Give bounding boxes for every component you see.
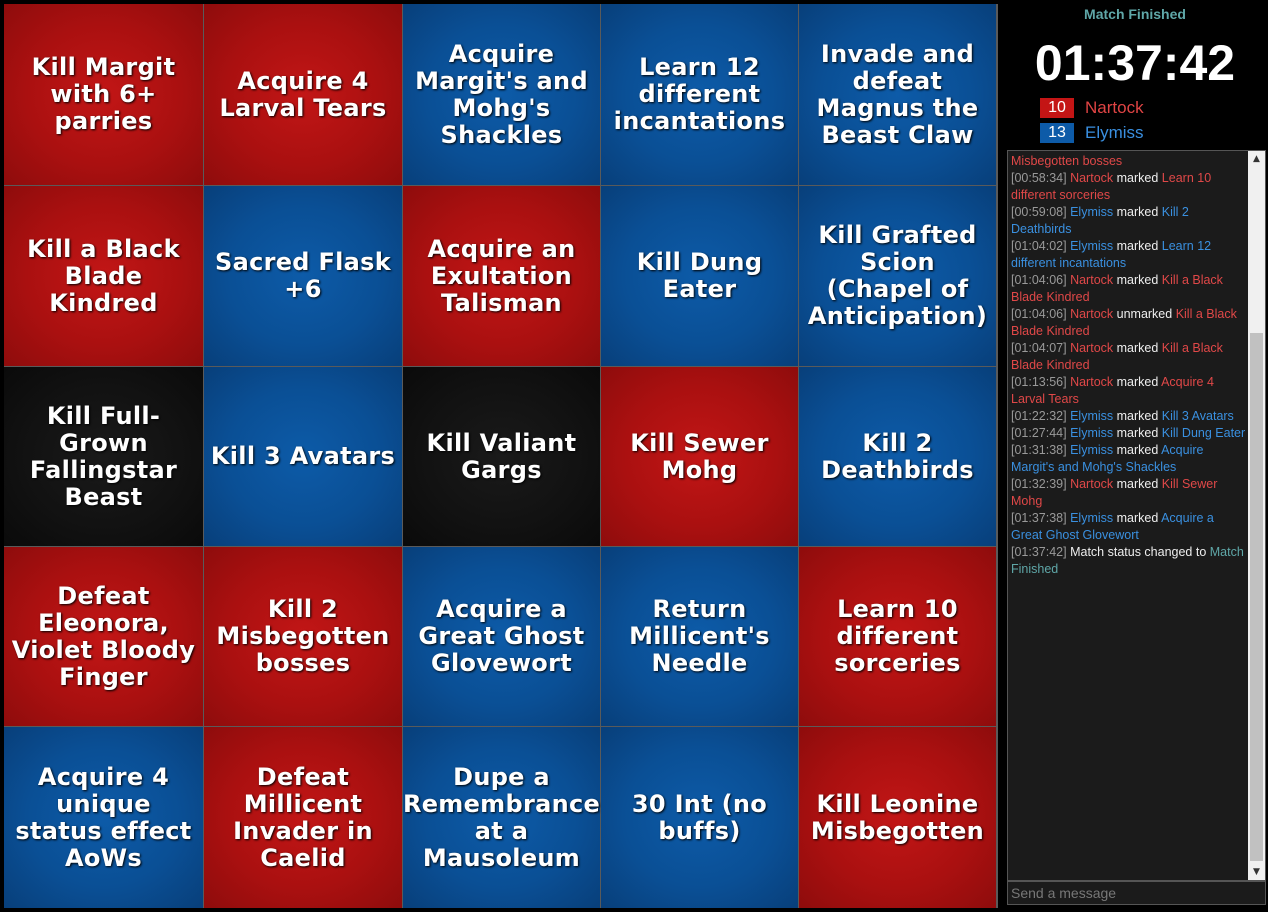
chat-entry: [01:22:32] Elymiss marked Kill 3 Avatars: [1011, 408, 1247, 425]
chat-entry-part: marked: [1113, 477, 1162, 491]
chat-scrollbar[interactable]: ▲ ▼: [1248, 151, 1265, 880]
chat-entry-part: marked: [1113, 273, 1162, 287]
chat-entry-part: Elymiss: [1070, 239, 1114, 253]
chat-entry-part: marked: [1113, 511, 1162, 525]
chat-entry-part: [01:04:06]: [1011, 307, 1071, 321]
chat-entry-part: Elymiss: [1070, 443, 1114, 457]
bingo-cell[interactable]: Kill Valiant Gargs: [403, 367, 600, 546]
chat-entry-part: Nartock: [1070, 477, 1114, 491]
bingo-cell[interactable]: Acquire an Exultation Talisman: [403, 186, 600, 366]
chat-entry: [00:58:34] Nartock marked Learn 10 diffe…: [1011, 170, 1247, 204]
bingo-cell[interactable]: Acquire 4 Larval Tears: [204, 4, 402, 185]
chat-entry-part: [00:59:08]: [1011, 205, 1071, 219]
bingo-cell[interactable]: Kill Leonine Misbegotten: [799, 727, 996, 908]
chat-entry-part: [01:32:39]: [1011, 477, 1071, 491]
chat-entry-part: Elymiss: [1070, 409, 1114, 423]
bingo-cell[interactable]: 30 Int (no buffs): [601, 727, 798, 908]
chat-entry: [01:27:44] Elymiss marked Kill Dung Eate…: [1011, 425, 1247, 442]
bingo-cell[interactable]: Kill Margit with 6+ parries: [4, 4, 203, 185]
chat-log[interactable]: Misbegotten bosses [00:58:34] Nartock mar…: [1007, 150, 1266, 881]
chat-entry: [00:59:08] Elymiss marked Kill 2 Deathbi…: [1011, 204, 1247, 238]
scroll-up-arrow-icon[interactable]: ▲: [1248, 151, 1265, 167]
chat-entry-part: Nartock: [1070, 273, 1114, 287]
chat-entry-part: Misbegotten bosses: [1011, 154, 1123, 168]
chat-entry: [01:04:07] Nartock marked Kill a Black B…: [1011, 340, 1247, 374]
bingo-cell[interactable]: Learn 12 different incantations: [601, 4, 798, 185]
chat-entry-part: Elymiss: [1070, 205, 1114, 219]
chat-entry-part: marked: [1113, 341, 1162, 355]
bingo-cell[interactable]: Kill 2 Deathbirds: [799, 367, 996, 546]
player-name: Elymiss: [1085, 123, 1144, 142]
bingo-cell[interactable]: Kill Full-Grown Fallingstar Beast: [4, 367, 203, 546]
player-score: 10: [1040, 98, 1074, 118]
bingo-cell[interactable]: Acquire a Great Ghost Glovewort: [403, 547, 600, 726]
match-timer: 01:37:42: [1034, 35, 1236, 91]
chat-entry: Misbegotten bosses: [1011, 153, 1247, 170]
chat-entry-part: [01:22:32]: [1011, 409, 1071, 423]
chat-entry-part: Elymiss: [1070, 426, 1114, 440]
chat-entry-part: Nartock: [1070, 307, 1114, 321]
chat-entry: [01:32:39] Nartock marked Kill Sewer Moh…: [1011, 476, 1247, 510]
chat-entry-part: marked: [1113, 239, 1162, 253]
chat-entry: [01:04:02] Elymiss marked Learn 12 diffe…: [1011, 238, 1247, 272]
chat-entry: [01:04:06] Nartock marked Kill a Black B…: [1011, 272, 1247, 306]
chat-entry-part: marked: [1113, 171, 1162, 185]
chat-entry-part: [01:37:42]: [1011, 545, 1071, 559]
chat-entry-part: marked: [1113, 205, 1162, 219]
chat-entry-part: Nartock: [1070, 341, 1114, 355]
chat-log-entries: Misbegotten bosses [00:58:34] Nartock mar…: [1011, 153, 1247, 578]
bingo-cell[interactable]: Kill a Black Blade Kindred: [4, 186, 203, 366]
chat-entry: [01:13:56] Nartock marked Acquire 4 Larv…: [1011, 374, 1247, 408]
chat-entry-part: [01:04:07]: [1011, 341, 1071, 355]
player-name: Nartock: [1085, 98, 1144, 117]
bingo-cell[interactable]: Kill 2 Misbegotten bosses: [204, 547, 402, 726]
chat-entry-part: marked: [1113, 409, 1162, 423]
chat-entry-part: marked: [1113, 375, 1162, 389]
chat-entry-part: marked: [1113, 426, 1162, 440]
bingo-cell[interactable]: Return Millicent's Needle: [601, 547, 798, 726]
player-score: 13: [1040, 123, 1074, 143]
bingo-cell[interactable]: Kill Dung Eater: [601, 186, 798, 366]
match-status: Match Finished: [1084, 6, 1186, 22]
scroll-down-arrow-icon[interactable]: ▼: [1248, 864, 1265, 880]
chat-message-input[interactable]: [1007, 881, 1266, 905]
chat-entry-part: Nartock: [1070, 171, 1114, 185]
scrollbar-thumb[interactable]: [1250, 333, 1263, 861]
bingo-cell[interactable]: Acquire Margit's and Mohg's Shackles: [403, 4, 600, 185]
chat-entry-part: [01:04:02]: [1011, 239, 1071, 253]
bingo-cell[interactable]: Sacred Flask +6: [204, 186, 402, 366]
chat-entry-part: [00:58:34]: [1011, 171, 1071, 185]
bingo-cell[interactable]: Invade and defeat Magnus the Beast Claw: [799, 4, 996, 185]
chat-entry-part: Nartock: [1070, 375, 1114, 389]
bingo-cell[interactable]: Kill Grafted Scion (Chapel of Anticipati…: [799, 186, 996, 366]
bingo-cell[interactable]: Dupe a Remembrance at a Mausoleum: [403, 727, 600, 908]
bingo-cell[interactable]: Learn 10 different sorceries: [799, 547, 996, 726]
bingo-cell[interactable]: Acquire 4 unique status effect AoWs: [4, 727, 203, 908]
chat-entry-part: unmarked: [1113, 307, 1176, 321]
chat-entry: [01:04:06] Nartock unmarked Kill a Black…: [1011, 306, 1247, 340]
chat-entry-part: Match status changed to: [1070, 545, 1210, 559]
chat-entry-part: [01:04:06]: [1011, 273, 1071, 287]
chat-entry: [01:37:38] Elymiss marked Acquire a Grea…: [1011, 510, 1247, 544]
player-nartock[interactable]: 10 Nartock: [1040, 97, 1144, 119]
chat-entry-part: [01:37:38]: [1011, 511, 1071, 525]
chat-entry-part: marked: [1113, 443, 1162, 457]
bingo-cell[interactable]: Defeat Eleonora, Violet Bloody Finger: [4, 547, 203, 726]
chat-entry-part: [01:13:56]: [1011, 375, 1071, 389]
bingo-cell[interactable]: Kill 3 Avatars: [204, 367, 402, 546]
bingo-cell[interactable]: Kill Sewer Mohg: [601, 367, 798, 546]
chat-entry-part: Kill Dung Eater: [1161, 426, 1246, 440]
chat-entry-part: [01:27:44]: [1011, 426, 1071, 440]
bingo-cell[interactable]: Defeat Millicent Invader in Caelid: [204, 727, 402, 908]
player-elymiss[interactable]: 13 Elymiss: [1040, 122, 1144, 144]
chat-entry: [01:37:42] Match status changed to Match…: [1011, 544, 1247, 578]
chat-entry-part: Kill 3 Avatars: [1161, 409, 1234, 423]
bingo-board: Kill Margit with 6+ parries Acquire 4 Lar…: [4, 4, 998, 908]
sidebar: Match Finished 01:37:42 10 Nartock 13 El…: [1002, 0, 1268, 912]
chat-entry-part: [01:31:38]: [1011, 443, 1071, 457]
chat-entry-part: Elymiss: [1070, 511, 1114, 525]
chat-entry: [01:31:38] Elymiss marked Acquire Margit…: [1011, 442, 1247, 476]
